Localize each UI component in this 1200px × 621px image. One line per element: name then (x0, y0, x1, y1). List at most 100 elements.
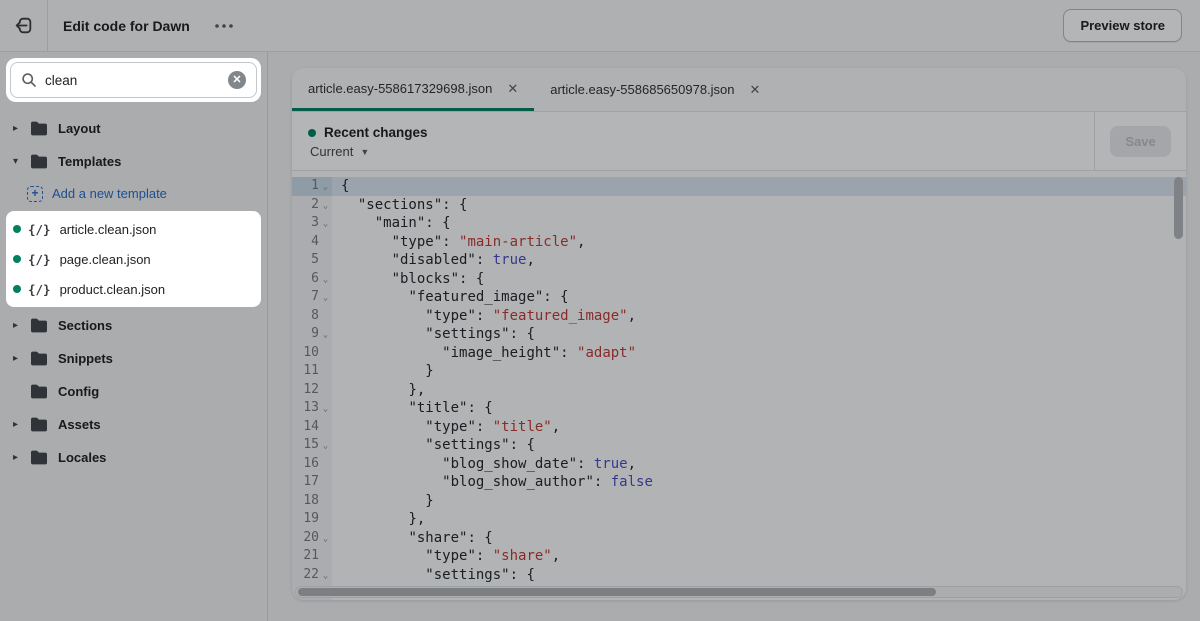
fold-toggle-icon[interactable]: ⌄ (319, 196, 332, 215)
sidebar-folder-assets[interactable]: ▸ Assets (0, 408, 267, 441)
code-line-6[interactable]: 6 ⌄ "blocks": { (292, 269, 1186, 289)
tab-article.easy-558617329698.json[interactable]: article.easy-558617329698.json ✕ (292, 68, 535, 111)
code-text[interactable]: "settings": { (332, 436, 535, 455)
gutter-cell: 3 ⌄ (292, 214, 332, 233)
code-line-5[interactable]: 5 "disabled": true, (292, 251, 1186, 270)
token: true (593, 455, 628, 472)
fold-toggle-icon[interactable]: ⌄ (319, 270, 332, 289)
code-line-3[interactable]: 3 ⌄ "main": { (292, 214, 1186, 233)
fold-toggle-icon[interactable]: ⌄ (319, 325, 332, 344)
clear-search-button[interactable]: ✕ (228, 71, 246, 89)
code-text[interactable]: "share": { (332, 529, 492, 548)
code-text[interactable]: "type": "featured_image", (332, 307, 636, 326)
line-number: 10 (303, 344, 319, 360)
more-actions-button[interactable] (208, 17, 240, 35)
code-line-16[interactable]: 16 "blog_show_date": true, (292, 454, 1186, 474)
fold-toggle-icon[interactable]: ⌄ (319, 529, 332, 548)
code-text[interactable]: "blog_show_author": false (332, 473, 653, 492)
code-text[interactable]: "blog_show_date": true, (332, 455, 636, 474)
code-text[interactable]: "type": "share", (332, 547, 560, 566)
chevron-right-icon[interactable]: ▸ (13, 419, 26, 430)
code-line-9[interactable]: 9 ⌄ "settings": { (292, 325, 1186, 344)
vertical-scrollbar[interactable] (1174, 177, 1183, 239)
code-text[interactable]: } (332, 362, 434, 381)
code-text[interactable]: }, (332, 510, 425, 529)
sidebar-file-product.clean.json[interactable]: {/} product.clean.json (6, 274, 261, 304)
code-line-1[interactable]: 1 ⌄ { (292, 177, 1186, 196)
tab-article.easy-558685650978.json[interactable]: article.easy-558685650978.json ✕ (534, 68, 776, 111)
code-line-10[interactable]: 10 "image_height": "adapt" (292, 343, 1186, 363)
sidebar-folder-config[interactable]: Config (0, 375, 267, 408)
code-line-19[interactable]: 19 }, (292, 510, 1186, 529)
search-input-box[interactable]: ✕ (10, 62, 257, 98)
gutter-cell: 1 ⌄ (292, 177, 332, 196)
code-line-2[interactable]: 2 ⌄ "sections": { (292, 195, 1186, 215)
file-label: page.clean.json (59, 251, 151, 267)
code-line-4[interactable]: 4 "type": "main-article", (292, 232, 1186, 252)
code-text[interactable]: "sections": { (332, 196, 468, 215)
fold-toggle-icon[interactable]: ⌄ (319, 566, 332, 585)
chevron-right-icon[interactable]: ▸ (13, 320, 26, 331)
code-text[interactable]: "blocks": { (332, 270, 485, 289)
dashed-plus-icon: + (27, 185, 43, 202)
code-line-18[interactable]: 18 } (292, 491, 1186, 511)
sidebar-folder-sections[interactable]: ▸ Sections (0, 309, 267, 342)
token: : (560, 344, 578, 361)
version-selector[interactable]: Current ▼ (310, 144, 1094, 159)
search-input[interactable] (45, 72, 228, 88)
sidebar-folder-locales[interactable]: ▸ Locales (0, 441, 267, 474)
token: "blocks" (391, 270, 460, 287)
close-icon[interactable]: ✕ (750, 83, 761, 96)
preview-store-button[interactable]: Preview store (1063, 9, 1182, 42)
token: } (425, 363, 434, 379)
code-line-21[interactable]: 21 "type": "share", (292, 547, 1186, 566)
code-line-12[interactable]: 12 }, (292, 380, 1186, 400)
code-text[interactable]: { (332, 177, 349, 196)
chevron-right-icon[interactable]: ▸ (13, 123, 26, 134)
code-line-7[interactable]: 7 ⌄ "featured_image": { (292, 288, 1186, 307)
code-editor[interactable]: 1 ⌄{2 ⌄ "sections": {3 ⌄ "main": {4 "type":… (292, 171, 1186, 600)
code-text[interactable]: "disabled": true, (332, 251, 535, 270)
token: "title" (408, 400, 468, 416)
fold-toggle-icon[interactable]: ⌄ (319, 436, 332, 455)
close-icon[interactable]: ✕ (507, 82, 518, 95)
save-button[interactable]: Save (1110, 125, 1171, 157)
exit-editor-button[interactable] (0, 0, 48, 52)
code-line-15[interactable]: 15 ⌄ "settings": { (292, 436, 1186, 455)
code-line-22[interactable]: 22 ⌄ "settings": { (292, 565, 1186, 585)
gutter-cell: 7 ⌄ (292, 288, 332, 307)
code-text[interactable]: "image_height": "adapt" (332, 344, 636, 363)
code-text[interactable]: } (332, 492, 433, 511)
code-line-17[interactable]: 17 "blog_show_author": false (292, 473, 1186, 492)
code-text[interactable]: "type": "main-article", (332, 233, 586, 252)
code-line-8[interactable]: 8 "type": "featured_image", (292, 306, 1186, 326)
code-text[interactable]: "settings": { (332, 325, 535, 344)
code-text[interactable]: "main": { (332, 214, 451, 233)
sidebar-file-page.clean.json[interactable]: {/} page.clean.json (6, 244, 261, 274)
sidebar-folder-snippets[interactable]: ▸ Snippets (0, 342, 267, 375)
code-text[interactable]: "featured_image": { (332, 288, 568, 307)
sidebar-file-article.clean.json[interactable]: {/} article.clean.json (6, 214, 261, 244)
code-line-11[interactable]: 11 } (292, 362, 1186, 381)
gutter-cell: 2 ⌄ (292, 195, 332, 215)
fold-toggle-icon[interactable]: ⌄ (319, 177, 332, 196)
fold-toggle-icon[interactable]: ⌄ (319, 288, 332, 307)
code-text[interactable]: "title": { (332, 399, 492, 418)
code-text[interactable]: "type": "title", (332, 418, 560, 437)
add-template-button[interactable]: + Add a new template (0, 178, 267, 209)
token: "image_height" (442, 344, 561, 361)
fold-toggle-icon[interactable]: ⌄ (319, 399, 332, 418)
chevron-right-icon[interactable]: ▸ (13, 353, 26, 364)
horizontal-scrollbar-thumb[interactable] (298, 588, 936, 596)
folder-label: Config (58, 384, 100, 399)
chevron-down-icon[interactable]: ▾ (13, 156, 26, 167)
code-line-13[interactable]: 13 ⌄ "title": { (292, 399, 1186, 418)
code-line-20[interactable]: 20 ⌄ "share": { (292, 528, 1186, 548)
sidebar-folder-layout[interactable]: ▸ Layout (0, 112, 267, 145)
code-line-14[interactable]: 14 "type": "title", (292, 417, 1186, 437)
fold-toggle-icon[interactable]: ⌄ (319, 214, 332, 233)
code-text[interactable]: }, (332, 381, 425, 400)
code-text[interactable]: "settings": { (332, 566, 535, 585)
sidebar-folder-templates[interactable]: ▾ Templates (0, 145, 267, 178)
chevron-right-icon[interactable]: ▸ (13, 452, 26, 463)
